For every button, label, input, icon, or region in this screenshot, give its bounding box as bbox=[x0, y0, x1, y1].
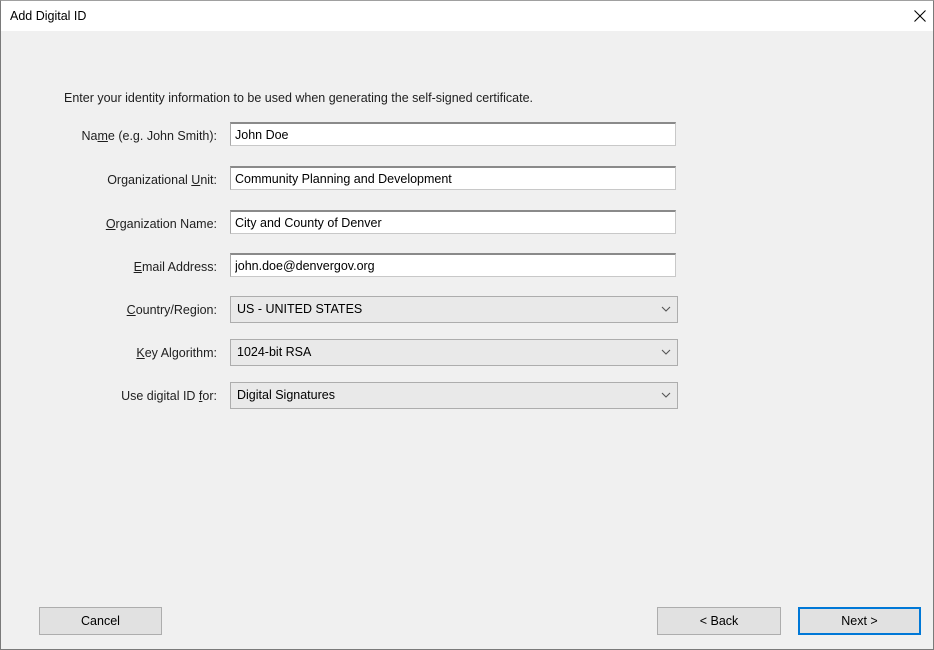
org-unit-label: Organizational Unit: bbox=[107, 173, 217, 187]
org-unit-input[interactable] bbox=[230, 166, 676, 190]
email-input[interactable] bbox=[230, 253, 676, 277]
use-for-select-value: Digital Signatures bbox=[237, 388, 335, 402]
add-digital-id-dialog: Add Digital ID Enter your identity infor… bbox=[0, 0, 934, 650]
org-name-input[interactable] bbox=[230, 210, 676, 234]
cancel-button[interactable]: Cancel bbox=[39, 607, 162, 635]
dialog-title: Add Digital ID bbox=[10, 9, 87, 23]
name-label: Name (e.g. John Smith): bbox=[81, 129, 217, 143]
use-for-select[interactable]: Digital Signatures bbox=[230, 382, 678, 409]
key-algorithm-select[interactable]: 1024-bit RSA bbox=[230, 339, 678, 366]
country-label: Country/Region: bbox=[126, 303, 217, 317]
country-select-value: US - UNITED STATES bbox=[237, 302, 363, 316]
org-name-label: Organization Name: bbox=[105, 217, 217, 231]
back-button[interactable]: < Back bbox=[657, 607, 781, 635]
close-button[interactable] bbox=[903, 1, 933, 31]
close-icon bbox=[914, 10, 926, 22]
instructions-text: Enter your identity information to be us… bbox=[64, 91, 534, 105]
chevron-down-icon bbox=[661, 349, 671, 355]
country-select[interactable]: US - UNITED STATES bbox=[230, 296, 678, 323]
key-algorithm-select-value: 1024-bit RSA bbox=[237, 345, 312, 359]
key-algorithm-label: Key Algorithm: bbox=[136, 346, 217, 360]
name-input[interactable] bbox=[230, 122, 676, 146]
chevron-down-icon bbox=[661, 392, 671, 398]
title-bar: Add Digital ID bbox=[1, 1, 933, 31]
chevron-down-icon bbox=[661, 306, 671, 312]
email-label: Email Address: bbox=[133, 260, 217, 274]
next-button[interactable]: Next > bbox=[798, 607, 921, 635]
use-for-label: Use digital ID for: bbox=[121, 389, 217, 403]
